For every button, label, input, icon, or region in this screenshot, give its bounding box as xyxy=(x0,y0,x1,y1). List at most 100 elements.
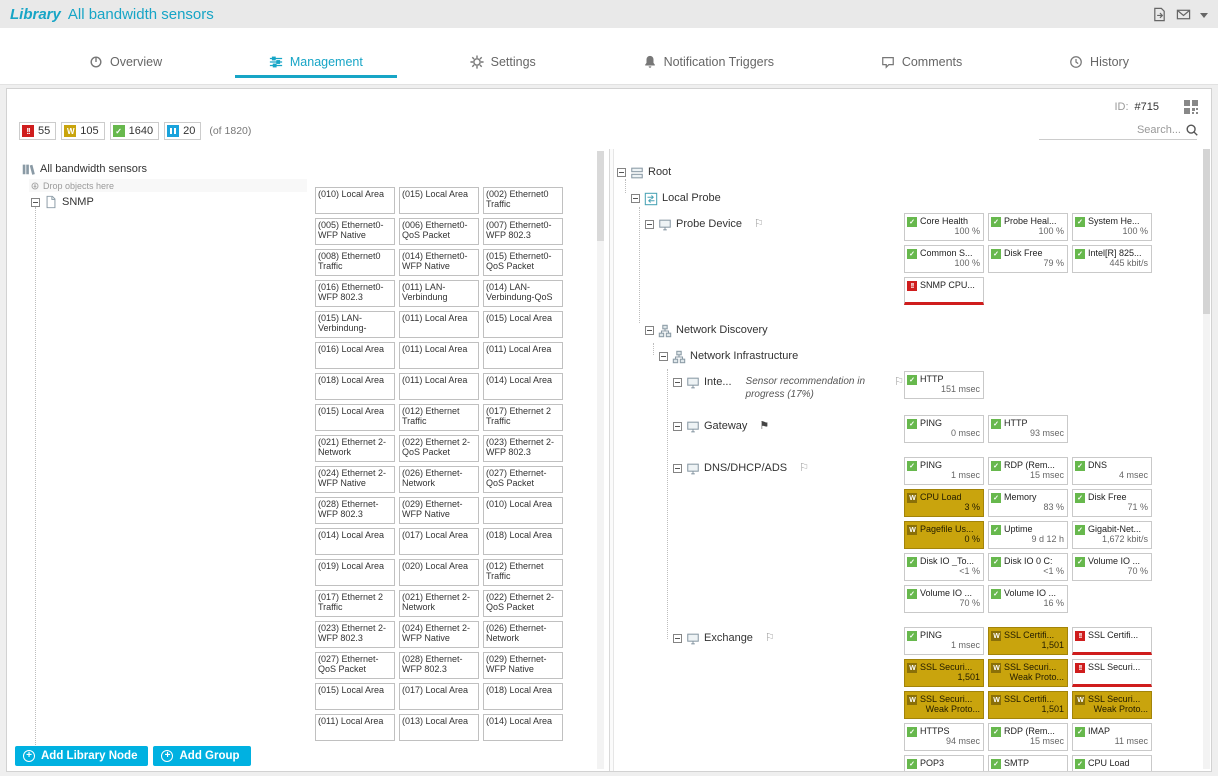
sensor-tile[interactable]: (016) Local Area xyxy=(315,342,395,369)
sensor-tile[interactable]: (018) Local Area xyxy=(483,683,563,710)
sensor-tile[interactable]: (015) Ethernet0-QoS Packet xyxy=(483,249,563,276)
expander-icon[interactable] xyxy=(673,422,682,431)
sensor-chip[interactable]: !!SNMP CPU... xyxy=(904,277,984,305)
sensor-chip[interactable]: ✓Core Health100 % xyxy=(904,213,984,241)
tree-node-label[interactable]: Gateway xyxy=(704,420,747,432)
sensor-chip[interactable]: ✓IMAP11 msec xyxy=(1072,723,1152,751)
sensor-tile[interactable]: (014) Ethernet0-WFP Native xyxy=(399,249,479,276)
sensor-chip[interactable]: ✓Gigabit-Net...1,672 kbit/s xyxy=(1072,521,1152,549)
sensor-chip[interactable]: ✓Disk IO _To...<1 % xyxy=(904,553,984,581)
library-scrollbar[interactable] xyxy=(597,151,604,769)
sensor-tile[interactable]: (020) Local Area xyxy=(399,559,479,586)
library-root-node[interactable]: All bandwidth sensors xyxy=(19,149,605,178)
tab-notification-triggers[interactable]: Notification Triggers xyxy=(609,48,808,78)
sensor-tile[interactable]: (006) Ethernet0-QoS Packet xyxy=(399,218,479,245)
caret-down-icon[interactable] xyxy=(1200,13,1208,18)
mail-icon[interactable] xyxy=(1176,7,1191,22)
sensor-tile[interactable]: (011) Local Area xyxy=(399,373,479,400)
sensor-chip[interactable]: ✓HTTP93 msec xyxy=(988,415,1068,443)
sensor-chip[interactable]: ✓Memory83 % xyxy=(988,489,1068,517)
sensor-tile[interactable]: (024) Ethernet 2-WFP Native xyxy=(399,621,479,648)
sensor-tile[interactable]: (017) Local Area xyxy=(399,683,479,710)
sensor-tile[interactable]: (013) Local Area xyxy=(399,714,479,741)
sensor-chip[interactable]: WPagefile Us...0 % xyxy=(904,521,984,549)
tab-overview[interactable]: Overview xyxy=(55,48,196,78)
sensor-chip[interactable]: WSSL Certifi...1,501 xyxy=(988,627,1068,655)
expander-icon[interactable] xyxy=(659,352,668,361)
tree-node-label[interactable]: Local Probe xyxy=(662,192,721,204)
sensor-tile[interactable]: (021) Ethernet 2-Network xyxy=(399,590,479,617)
sensor-tile[interactable]: (011) LAN-Verbindung xyxy=(399,280,479,307)
sensor-tile[interactable]: (022) Ethernet 2-QoS Packet xyxy=(483,590,563,617)
sensor-tile[interactable]: (005) Ethernet0-WFP Native xyxy=(315,218,395,245)
sensor-chip[interactable]: ✓System He...100 % xyxy=(1072,213,1152,241)
sensor-tile[interactable]: (028) Ethernet-WFP 802.3 xyxy=(315,497,395,524)
sensor-tile[interactable]: (012) Ethernet Traffic xyxy=(483,559,563,586)
sensor-tile[interactable]: (015) Local Area xyxy=(315,683,395,710)
sensor-tile[interactable]: (008) Ethernet0 Traffic xyxy=(315,249,395,276)
sensor-tile[interactable]: (019) Local Area xyxy=(315,559,395,586)
sensor-tile[interactable]: (015) LAN-Verbindung- xyxy=(315,311,395,338)
sensor-chip[interactable]: ✓DNS4 msec xyxy=(1072,457,1152,485)
sensor-tile[interactable]: (015) Local Area xyxy=(483,311,563,338)
tree-node-label[interactable]: Root xyxy=(648,166,671,178)
expander-icon[interactable] xyxy=(645,220,654,229)
sensor-chip[interactable]: ✓Disk Free79 % xyxy=(988,245,1068,273)
sensor-tile[interactable]: (027) Ethernet-QoS Packet xyxy=(315,652,395,679)
sensor-tile[interactable]: (026) Ethernet-Network xyxy=(483,621,563,648)
qr-code-icon[interactable] xyxy=(1183,99,1199,115)
sensor-tile[interactable]: (026) Ethernet-Network xyxy=(399,466,479,493)
tree-node-label[interactable]: Probe Device xyxy=(676,218,742,230)
sensor-tile[interactable]: (015) Local Area xyxy=(315,404,395,431)
sensor-tile[interactable]: (011) Local Area xyxy=(399,342,479,369)
sensor-chip[interactable]: !!SSL Securi... xyxy=(1072,659,1152,687)
sensor-chip[interactable]: !!SSL Certifi... xyxy=(1072,627,1152,655)
sensor-tile[interactable]: (011) Local Area xyxy=(315,714,395,741)
scrollbar-thumb[interactable] xyxy=(1203,149,1210,314)
sensor-tile[interactable]: (029) Ethernet-WFP Native xyxy=(399,497,479,524)
add-library-node-button[interactable]: + Add Library Node xyxy=(15,746,148,766)
expander-icon[interactable] xyxy=(31,198,40,207)
status-badge-warning[interactable]: W 105 xyxy=(61,122,104,140)
sensor-chip[interactable]: ✓PING0 msec xyxy=(904,415,984,443)
sensor-chip[interactable]: ✓Volume IO ...70 % xyxy=(904,585,984,613)
sensor-chip[interactable]: WSSL Certifi...1,501 xyxy=(988,691,1068,719)
tab-settings[interactable]: Settings xyxy=(436,48,570,78)
status-badge-paused[interactable]: 20 xyxy=(164,122,201,140)
sensor-chip[interactable]: ✓Uptime9 d 12 h xyxy=(988,521,1068,549)
sensor-tile[interactable]: (027) Ethernet-QoS Packet xyxy=(483,466,563,493)
expander-icon[interactable] xyxy=(673,378,682,387)
sensor-tile[interactable]: (017) Ethernet 2 Traffic xyxy=(315,590,395,617)
tab-management[interactable]: Management xyxy=(235,48,397,78)
sensor-tile[interactable]: (012) Ethernet Traffic xyxy=(399,404,479,431)
sensor-chip[interactable]: WSSL Securi...Weak Proto... xyxy=(1072,691,1152,719)
page-scrollbar[interactable] xyxy=(1203,149,1210,769)
sensor-chip[interactable]: ✓PING1 msec xyxy=(904,457,984,485)
sensor-chip[interactable]: ✓HTTP151 msec xyxy=(904,371,984,399)
sensor-tile[interactable]: (014) LAN-Verbindung-QoS xyxy=(483,280,563,307)
tree-node-label[interactable]: DNS/DHCP/ADS xyxy=(704,462,787,474)
add-group-button[interactable]: + Add Group xyxy=(153,746,250,766)
sensor-chip[interactable]: ✓Volume IO ...70 % xyxy=(1072,553,1152,581)
search-icon[interactable] xyxy=(1185,123,1199,137)
expander-icon[interactable] xyxy=(673,464,682,473)
sensor-tile[interactable]: (010) Local Area xyxy=(315,187,395,214)
sensor-chip[interactable]: ✓SMTP xyxy=(988,755,1068,771)
sensor-tile[interactable]: (015) Local Area xyxy=(399,187,479,214)
sensor-chip[interactable]: ✓RDP (Rem...15 msec xyxy=(988,723,1068,751)
tree-node-label[interactable]: Network Discovery xyxy=(676,324,768,336)
sensor-tile[interactable]: (018) Local Area xyxy=(483,528,563,555)
sensor-tile[interactable]: (021) Ethernet 2-Network xyxy=(315,435,395,462)
sensor-chip[interactable]: WSSL Securi...Weak Proto... xyxy=(988,659,1068,687)
sensor-tile[interactable]: (010) Local Area xyxy=(483,497,563,524)
tree-node-label[interactable]: Network Infrastructure xyxy=(690,350,798,362)
sensor-tile[interactable]: (017) Local Area xyxy=(399,528,479,555)
sensor-chip[interactable]: ✓POP3 xyxy=(904,755,984,771)
sensor-tile[interactable]: (018) Local Area xyxy=(315,373,395,400)
status-badge-ok[interactable]: ✓ 1640 xyxy=(110,122,159,140)
tree-node-label[interactable]: Inte... xyxy=(704,376,732,388)
sensor-tile[interactable]: (024) Ethernet 2-WFP Native xyxy=(315,466,395,493)
sensor-chip[interactable]: ✓Common S...100 % xyxy=(904,245,984,273)
sensor-chip[interactable]: ✓PING1 msec xyxy=(904,627,984,655)
drop-target[interactable]: Drop objects here xyxy=(29,179,307,192)
